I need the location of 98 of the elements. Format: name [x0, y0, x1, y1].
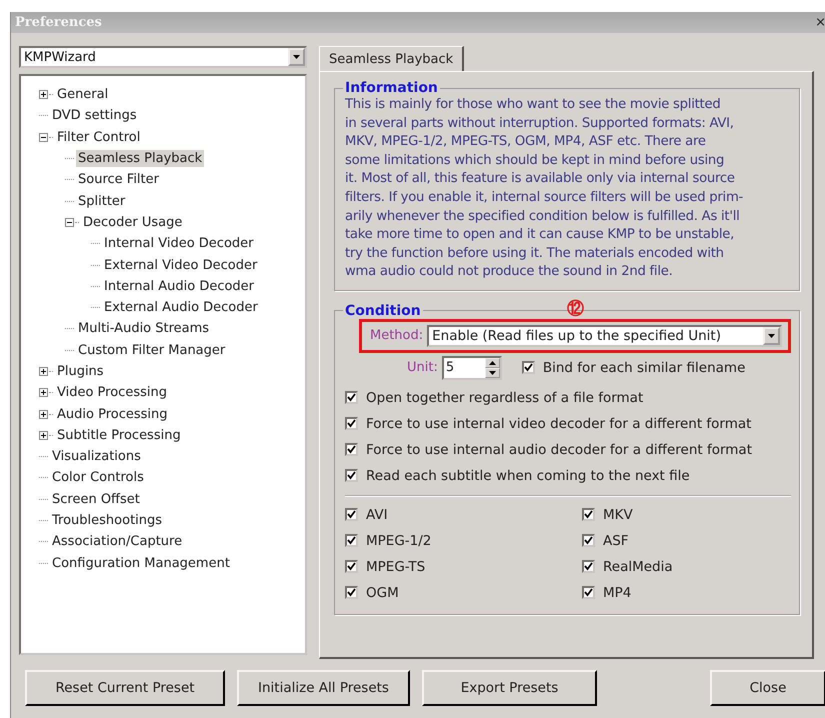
check-icon	[347, 445, 356, 454]
checkbox[interactable]	[582, 534, 595, 548]
tree-item[interactable]: Association/Capture	[50, 533, 184, 550]
dropdown-button[interactable]	[763, 326, 780, 345]
format-checkbox[interactable]: MPEG-1/2	[345, 528, 582, 554]
dialog-button[interactable]: Reset Current Preset	[25, 670, 225, 706]
tree-item[interactable]: General	[55, 86, 110, 104]
up-arrow-icon	[488, 360, 496, 365]
tree-item[interactable]: DVD settings	[50, 107, 139, 124]
tree-item[interactable]: Seamless Playback	[76, 150, 204, 168]
format-checkbox[interactable]: RealMedia	[582, 554, 791, 580]
annotation-number: ⑫	[567, 298, 584, 320]
tree-item[interactable]: Screen Offset	[50, 490, 142, 508]
tree-item[interactable]: External Audio Decoder	[102, 299, 260, 316]
spin-up-button[interactable]	[484, 358, 500, 368]
expand-toggle[interactable]	[39, 367, 48, 376]
tab[interactable]: Seamless Playback	[319, 46, 464, 71]
tree-item[interactable]: Decoder Usage	[81, 214, 184, 231]
check-icon	[584, 562, 593, 572]
check-icon	[347, 419, 356, 428]
tree-item[interactable]: Subtitle Processing	[55, 426, 183, 444]
check-icon	[584, 536, 593, 546]
check-icon	[347, 471, 356, 480]
option-checkbox[interactable]: Force to use internal video decoder for a different format	[345, 410, 791, 437]
tree-item[interactable]: Video Processing	[55, 384, 169, 402]
tree-item[interactable]: Configuration Management	[50, 554, 232, 572]
checkbox[interactable]	[345, 508, 358, 522]
plus-icon	[40, 432, 47, 439]
close-button[interactable]: ×	[815, 16, 825, 29]
format-checkbox[interactable]: AVI	[345, 502, 582, 528]
tree-item[interactable]: External Video Decoder	[102, 256, 260, 274]
group-title: Condition	[344, 302, 422, 319]
check-icon	[347, 588, 356, 598]
group-title: Information	[344, 80, 439, 96]
tree-item[interactable]: Internal Audio Decoder	[102, 278, 256, 295]
method-dropdown[interactable]: Enable (Read files up to the specified Unit)	[427, 324, 782, 347]
method-label: Method:	[370, 328, 424, 344]
dialog-button[interactable]: Export Presets	[422, 670, 597, 706]
tree-item[interactable]: Troubleshootings	[50, 512, 164, 530]
dialog-button[interactable]: Initialize All Presets	[237, 670, 410, 706]
format-checkbox[interactable]: MKV	[582, 502, 791, 528]
checkbox[interactable]	[345, 443, 358, 456]
expand-toggle[interactable]	[39, 90, 48, 100]
down-arrow-icon	[488, 370, 496, 375]
option-checkbox[interactable]: Force to use internal audio decoder for a different format	[345, 436, 791, 463]
expand-toggle[interactable]	[39, 410, 48, 419]
expand-toggle[interactable]	[39, 388, 48, 398]
check-icon	[347, 510, 356, 520]
preset-dropdown[interactable]: KMPWizard	[19, 46, 307, 68]
option-checkbox[interactable]: Open together regardless of a file format	[345, 384, 791, 411]
plus-icon	[40, 389, 47, 396]
tree-item[interactable]: Splitter	[76, 192, 128, 210]
dropdown-button[interactable]	[288, 48, 305, 66]
checkbox[interactable]	[345, 586, 358, 600]
spin-down-button[interactable]	[484, 368, 500, 378]
plus-icon	[40, 368, 47, 375]
checkbox[interactable]	[345, 534, 358, 548]
tree-item[interactable]: Color Controls	[50, 469, 146, 486]
check-icon	[584, 588, 593, 598]
down-arrow-icon	[293, 55, 300, 59]
checkbox[interactable]	[345, 391, 358, 404]
tree-item[interactable]: Plugins	[55, 363, 106, 380]
tree-item[interactable]: Audio Processing	[55, 406, 170, 423]
bind-option[interactable]: Bind for each similar filename	[522, 354, 746, 381]
unit-label: Unit:	[407, 360, 438, 376]
checkbox[interactable]	[345, 560, 358, 574]
format-checkbox[interactable]: ASF	[582, 528, 791, 554]
checkbox[interactable]	[345, 417, 358, 430]
tree-item[interactable]: Source Filter	[76, 171, 161, 188]
check-icon	[347, 562, 356, 572]
information-text: This is mainly for those who want to see the movie splitted in several parts without interruption. Supported formats: AVI, MKV, MPEG-1/2, MPEG-TS, OGM, MP4, ASF etc. There are some limitations which should be kept in mind before using it. Most of all, this feature is available only via internal source filters. If you enable it, internal source filters will be used prim- arily whenever the specified condition below is fulfilled. As it'll take more time to open and it can cause KMP to be unstable, try the function before using it. The materials encoded with wma audio could not produce the sound in 2nd file.	[345, 96, 744, 282]
down-arrow-icon	[768, 334, 775, 338]
expand-toggle[interactable]	[39, 430, 48, 440]
tree-item[interactable]: Multi-Audio Streams	[76, 320, 212, 338]
checkbox[interactable]	[345, 469, 358, 482]
tree-item[interactable]: Custom Filter Manager	[76, 342, 228, 359]
expand-toggle[interactable]	[65, 218, 74, 227]
check-icon	[347, 536, 356, 546]
checkbox[interactable]	[582, 560, 595, 574]
check-icon	[524, 363, 533, 372]
window-title: Preferences	[15, 15, 102, 30]
checkbox[interactable]	[582, 586, 595, 600]
plus-icon	[40, 410, 47, 418]
dialog-button[interactable]: Close	[710, 670, 825, 706]
format-checkbox[interactable]: MPEG-TS	[345, 554, 582, 580]
tree-item[interactable]: Filter Control	[55, 128, 142, 146]
tree-item[interactable]: Visualizations	[50, 448, 143, 466]
expand-toggle[interactable]	[39, 132, 48, 142]
unit-spinner[interactable]: 5	[442, 356, 502, 380]
check-icon	[584, 510, 593, 520]
plus-icon	[40, 91, 47, 98]
check-icon	[347, 393, 356, 402]
option-checkbox[interactable]: Read each subtitle when coming to the next file	[345, 462, 791, 489]
checkbox[interactable]	[522, 361, 535, 374]
format-checkbox[interactable]: OGM	[345, 580, 582, 606]
tree-item[interactable]: Internal Video Decoder	[102, 235, 256, 252]
format-checkbox[interactable]: MP4	[582, 580, 791, 606]
checkbox[interactable]	[582, 508, 595, 522]
